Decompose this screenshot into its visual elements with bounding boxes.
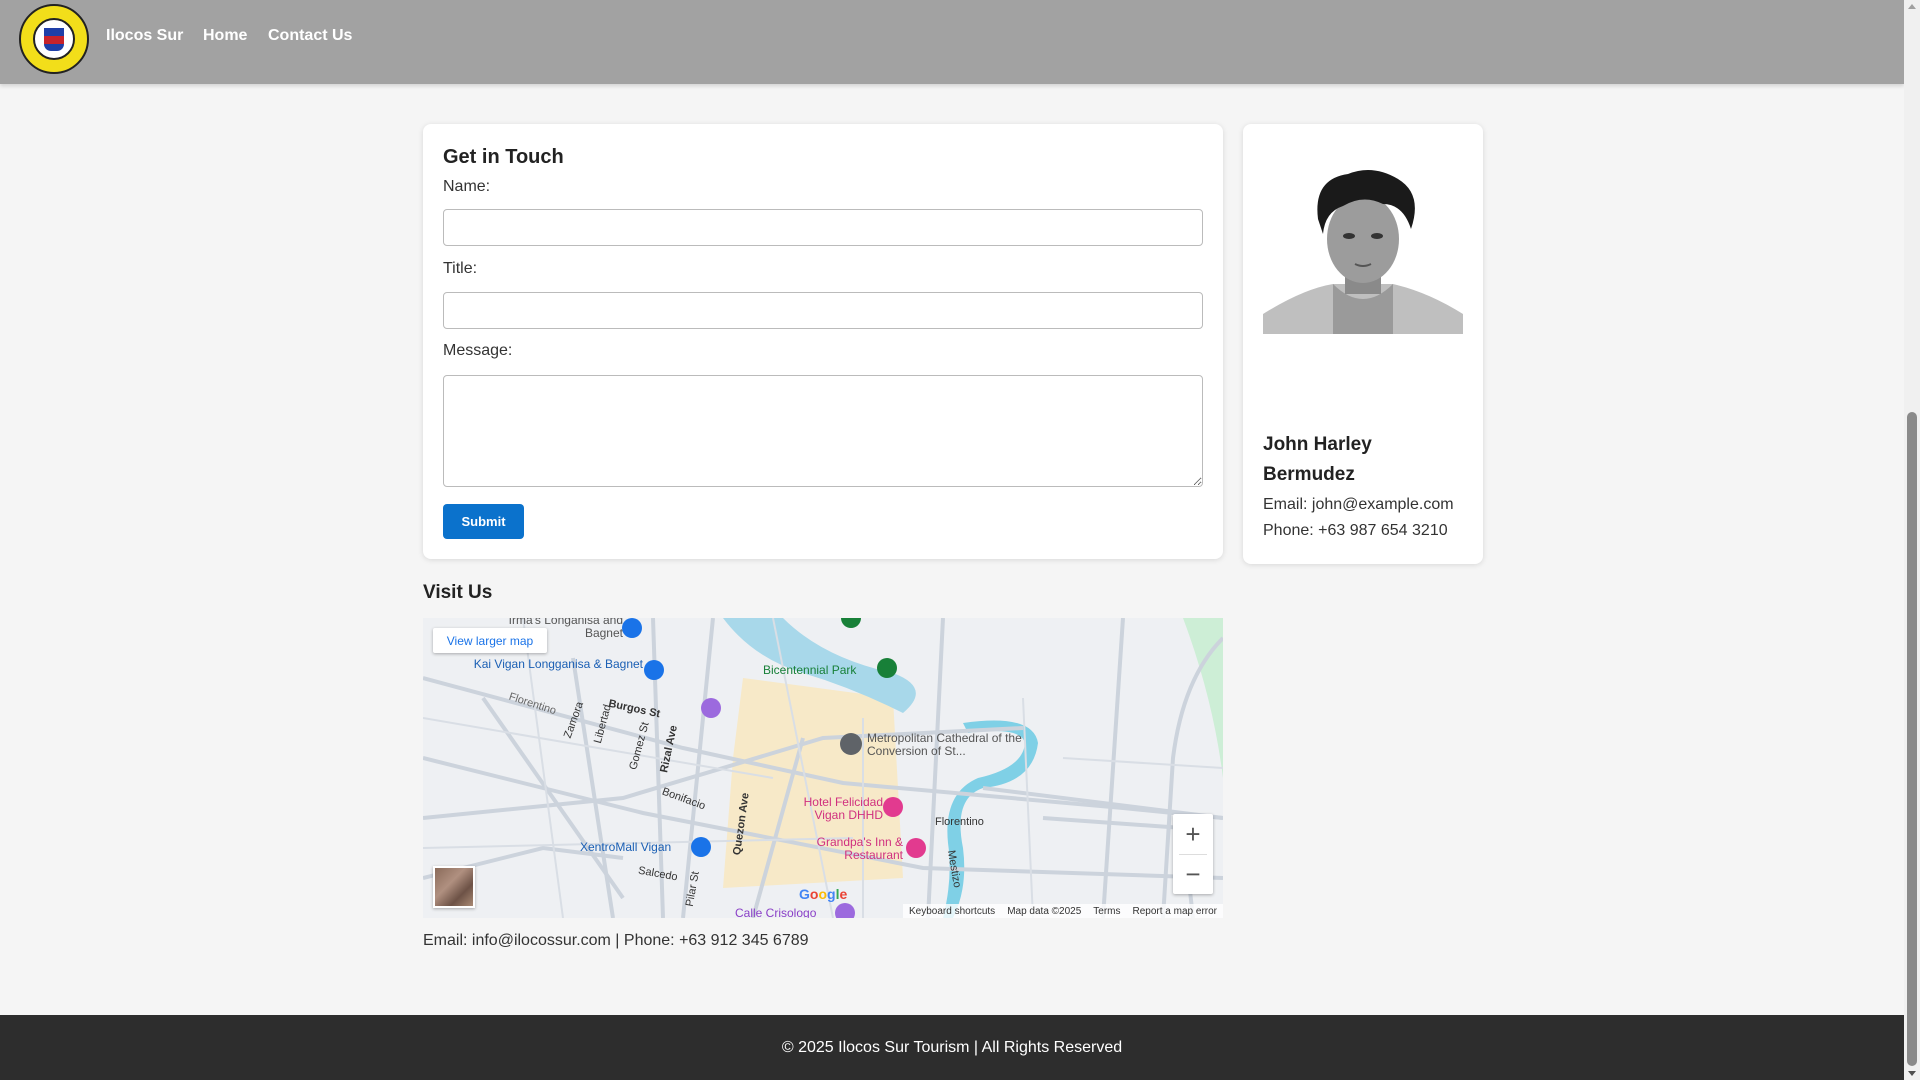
seal-shield-icon xyxy=(33,18,75,60)
profile-phone: Phone: +63 987 654 3210 xyxy=(1263,522,1448,539)
map-label-kai-vigan[interactable]: Kai Vigan Longganisa & Bagnet xyxy=(468,658,643,671)
report-map-error-link[interactable]: Report a map error xyxy=(1133,906,1217,917)
scrollbar-thumb[interactable] xyxy=(1907,412,1917,1066)
zoom-in-button[interactable]: + xyxy=(1173,814,1213,854)
name-label: Name: xyxy=(443,178,491,195)
scroll-up-arrow-icon[interactable] xyxy=(1908,4,1916,9)
scroll-down-arrow-icon[interactable] xyxy=(1908,1071,1916,1076)
map-label-bicentennial-park[interactable]: Bicentennial Park xyxy=(763,663,856,677)
form-title: Get in Touch xyxy=(443,146,564,168)
map-label-xentromall[interactable]: XentroMall Vigan xyxy=(580,840,671,854)
map-label-cathedral[interactable]: Metropolitan Cathedral of the Conversion… xyxy=(867,732,1027,758)
profile-card: John Harley Bermudez Email: john@example… xyxy=(1243,124,1483,564)
contact-info: Email: info@ilocossur.com | Phone: +63 9… xyxy=(423,932,809,949)
nav-contact-link[interactable]: Contact Us xyxy=(268,27,352,45)
keyboard-shortcuts-link[interactable]: Keyboard shortcuts xyxy=(909,906,995,917)
map-data-label: Map data ©2025 xyxy=(1007,905,1082,917)
page-scrollbar[interactable] xyxy=(1904,0,1920,1080)
contact-form-card: Get in Touch Name: Title: Message: Submi… xyxy=(423,124,1223,559)
embedded-map[interactable]: View larger map Irma's Longanisa and Bag… xyxy=(423,618,1223,918)
map-label-irma[interactable]: Irma's Longanisa and Bagnet xyxy=(508,618,623,640)
title-label: Title: xyxy=(443,260,478,277)
nav-home-link[interactable]: Home xyxy=(203,27,247,45)
submit-button[interactable]: Submit xyxy=(443,504,524,539)
nav-brand-link[interactable]: Ilocos Sur xyxy=(106,27,183,45)
profile-email: Email: john@example.com xyxy=(1263,496,1454,513)
map-label-hotel-felicidad[interactable]: Hotel Felicidad Vigan DHHD xyxy=(783,796,883,822)
province-seal-logo[interactable] xyxy=(19,4,89,74)
map-label-calle-crisologo[interactable]: Calle Crisologo xyxy=(735,906,816,918)
satellite-layer-toggle[interactable] xyxy=(433,866,475,908)
message-label: Message: xyxy=(443,342,513,359)
profile-name: John Harley Bermudez xyxy=(1263,434,1372,485)
page-footer: © 2025 Ilocos Sur Tourism | All Rights R… xyxy=(0,1015,1904,1080)
street-label: Florentino xyxy=(935,816,984,828)
copyright-text: © 2025 Ilocos Sur Tourism | All Rights R… xyxy=(781,1038,1123,1056)
zoom-out-button[interactable]: − xyxy=(1173,854,1213,894)
name-input[interactable] xyxy=(443,209,1203,246)
visit-us-heading: Visit Us xyxy=(423,582,493,603)
message-textarea[interactable] xyxy=(443,375,1203,487)
map-label-grandpas-inn[interactable]: Grandpa's Inn & Restaurant xyxy=(803,836,903,862)
top-navbar: Ilocos Sur Home Contact Us xyxy=(0,0,1904,84)
map-zoom-control: + − xyxy=(1173,814,1213,894)
terms-link[interactable]: Terms xyxy=(1093,906,1120,917)
profile-photo xyxy=(1263,164,1463,334)
map-attribution-bar: Keyboard shortcuts Map data ©2025 Terms … xyxy=(903,904,1223,918)
google-logo: Google xyxy=(799,886,848,902)
title-input[interactable] xyxy=(443,292,1203,329)
